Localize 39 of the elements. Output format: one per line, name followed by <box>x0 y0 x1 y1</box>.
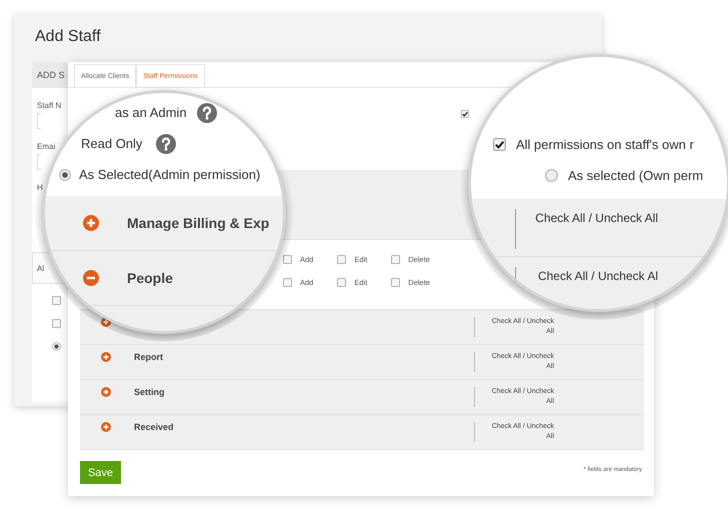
check-all-link[interactable]: Check All / Uncheck All <box>515 209 658 249</box>
plus-circle-icon[interactable] <box>101 352 111 362</box>
check-all-link[interactable]: Check All / Uncheck Al <box>515 267 658 307</box>
checkbox[interactable] <box>391 278 400 287</box>
plus-circle-icon[interactable] <box>83 215 99 231</box>
radio-button[interactable] <box>545 169 558 182</box>
checkbox[interactable] <box>493 138 506 151</box>
input-field[interactable] <box>37 154 41 170</box>
plus-circle-icon[interactable] <box>101 387 111 397</box>
module-name: Manage Billing & Exp <box>127 215 270 231</box>
field-label: Emai <box>37 142 56 151</box>
option-label: As Selected(Admin permission) <box>79 167 260 182</box>
option-label: Read Only <box>81 136 142 151</box>
option-label: as an Admin <box>115 105 187 120</box>
checkbox[interactable] <box>461 110 469 118</box>
option-label: All permissions on staff's own r <box>516 137 694 152</box>
radio-button[interactable] <box>59 168 71 180</box>
input-field[interactable] <box>37 113 41 129</box>
checkbox[interactable] <box>283 255 292 264</box>
checkbox[interactable] <box>52 296 61 305</box>
field-label: Staff N <box>37 101 62 110</box>
plus-circle-icon[interactable] <box>101 422 111 432</box>
option-label: As selected (Own perm <box>568 168 704 183</box>
module-name: Setting <box>134 387 164 397</box>
module-name: Report <box>134 352 163 362</box>
minus-circle-icon[interactable] <box>83 270 99 286</box>
module-name: People <box>127 270 173 286</box>
checkbox[interactable] <box>337 255 346 264</box>
checkbox[interactable] <box>52 319 61 328</box>
field-label: H <box>37 183 43 192</box>
checkbox[interactable] <box>391 255 400 264</box>
module-name: Received <box>134 422 174 432</box>
help-icon[interactable] <box>196 102 217 122</box>
help-icon[interactable] <box>156 134 176 154</box>
checkbox[interactable] <box>337 278 346 287</box>
checkbox[interactable] <box>283 278 292 287</box>
window-title: Add Staff <box>35 28 102 47</box>
panel-header: ADD S <box>32 62 68 88</box>
radio-button[interactable] <box>52 342 61 351</box>
